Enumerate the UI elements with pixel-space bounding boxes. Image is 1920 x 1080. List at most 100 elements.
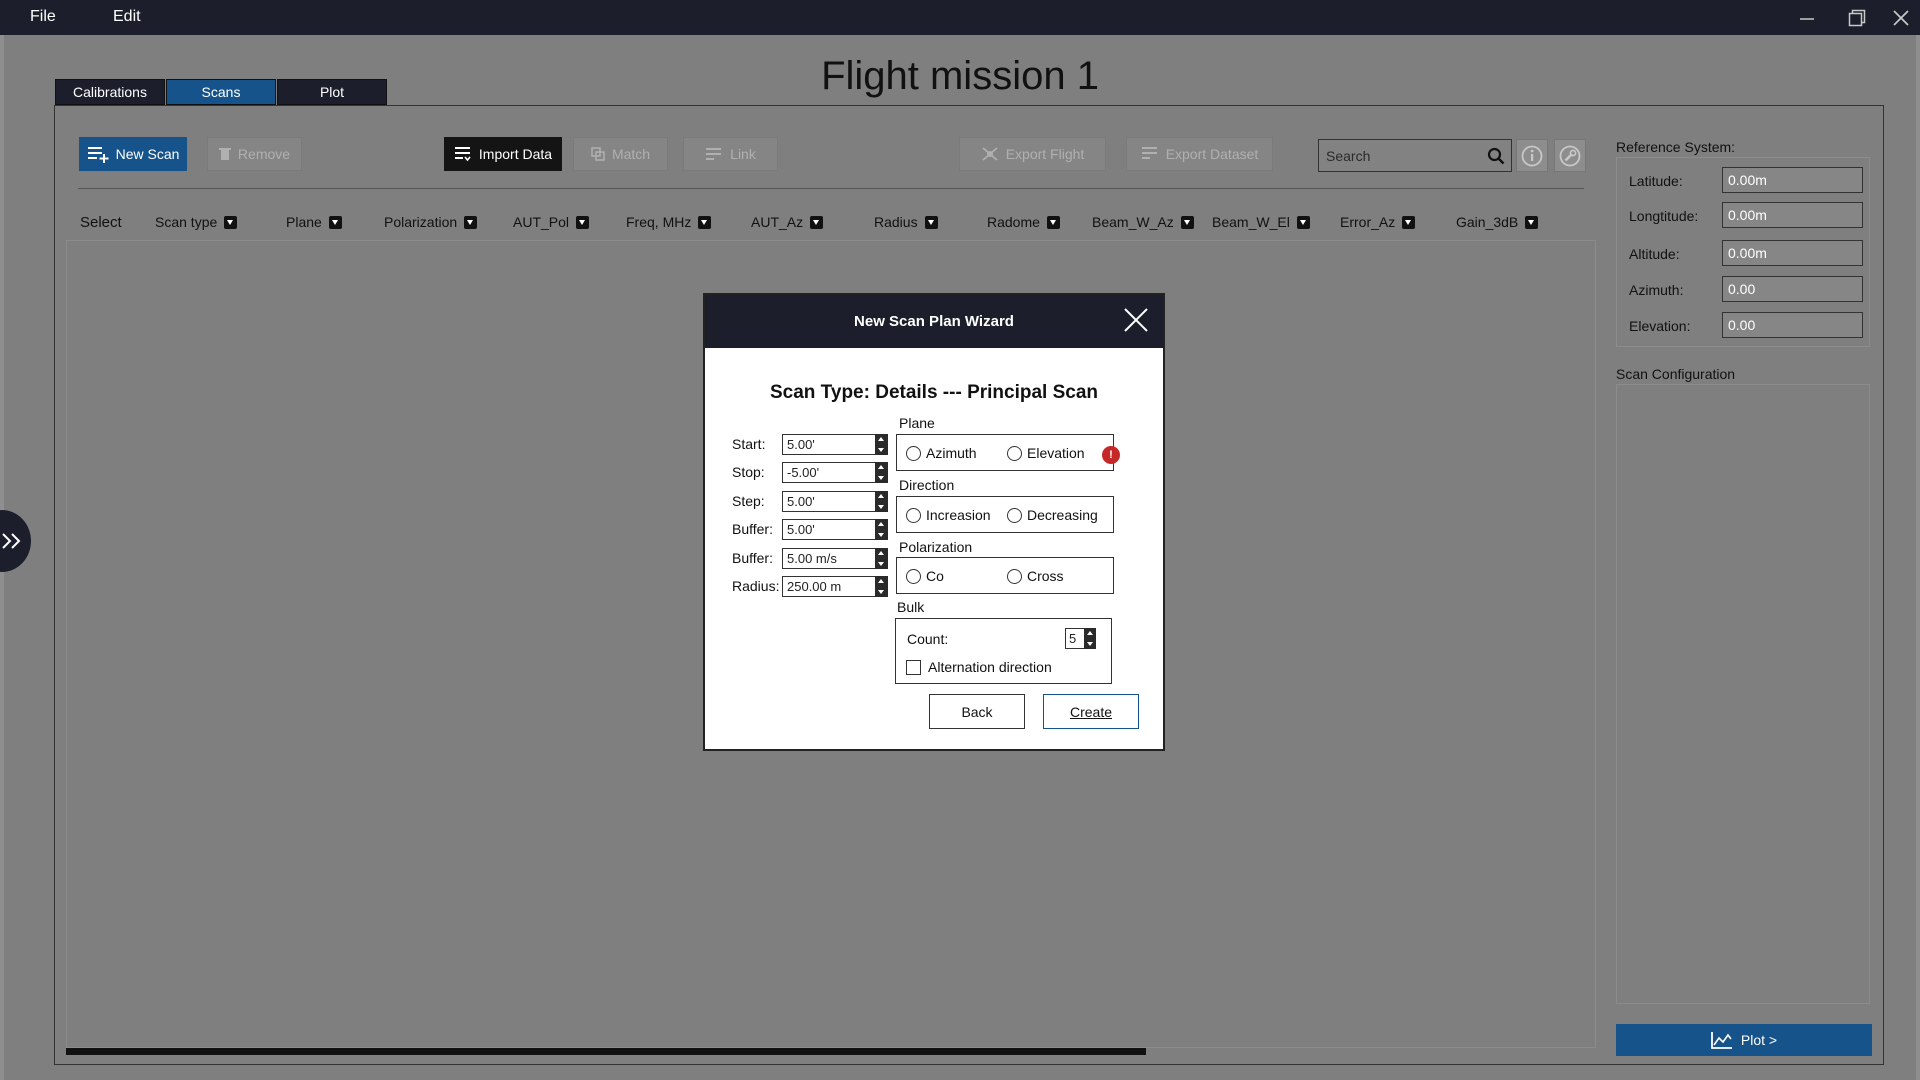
sort-dropdown-icon[interactable] xyxy=(576,215,590,229)
buffer-speed-spinbox[interactable]: 5.00 m/s xyxy=(782,548,888,569)
altitude-field[interactable]: 0.00m xyxy=(1722,240,1863,266)
export-flight-label: Export Flight xyxy=(1005,146,1085,162)
plot-button-label: Plot > xyxy=(1740,1032,1778,1048)
search-icon[interactable] xyxy=(1487,147,1505,165)
sort-dropdown-icon[interactable] xyxy=(328,215,342,229)
col-beam-w-el-label: Beam_W_El xyxy=(1212,214,1290,230)
sort-dropdown-icon[interactable] xyxy=(1180,215,1194,229)
buffer-angle-spinbox[interactable]: 5.00' xyxy=(782,519,888,540)
count-spinbox[interactable]: 5 xyxy=(1065,628,1096,649)
azimuth-field[interactable]: 0.00 xyxy=(1722,276,1863,302)
link-list-icon xyxy=(706,148,722,160)
sort-dropdown-icon[interactable] xyxy=(1525,215,1539,229)
link-button[interactable]: Link xyxy=(683,137,778,171)
col-scan-type[interactable]: Scan type xyxy=(155,214,238,230)
radio-co[interactable]: Co xyxy=(906,568,944,584)
step-spinbox[interactable]: 5.00' xyxy=(782,491,888,512)
close-window-button[interactable] xyxy=(1886,4,1916,32)
col-error-az[interactable]: Error_Az xyxy=(1340,214,1416,230)
stop-spinbox[interactable]: -5.00' xyxy=(782,462,888,483)
remove-button[interactable]: Remove xyxy=(207,137,302,171)
spin-arrows-icon[interactable] xyxy=(875,576,888,597)
sort-dropdown-icon[interactable] xyxy=(464,215,478,229)
col-polarization-label: Polarization xyxy=(384,214,458,230)
col-plane[interactable]: Plane xyxy=(286,214,342,230)
start-label: Start: xyxy=(732,436,766,452)
longitude-field[interactable]: 0.00m xyxy=(1722,202,1863,228)
elevation-field[interactable]: 0.00 xyxy=(1722,312,1863,338)
col-beam-w-az[interactable]: Beam_W_Az xyxy=(1092,214,1194,230)
spin-arrows-icon[interactable] xyxy=(875,462,888,483)
sort-dropdown-icon[interactable] xyxy=(924,215,938,229)
spin-arrows-icon[interactable] xyxy=(875,548,888,569)
radio-azimuth[interactable]: Azimuth xyxy=(906,445,977,461)
menu-edit[interactable]: Edit xyxy=(113,8,141,26)
col-radome[interactable]: Radome xyxy=(987,214,1060,230)
dialog-subtitle: Scan Type: Details --- Principal Scan xyxy=(769,382,1099,403)
col-beam-w-el[interactable]: Beam_W_El xyxy=(1212,214,1310,230)
minimize-button[interactable] xyxy=(1792,4,1822,32)
tab-calibrations[interactable]: Calibrations xyxy=(55,79,165,105)
col-radius[interactable]: Radius xyxy=(874,214,938,230)
back-button[interactable]: Back xyxy=(929,694,1025,729)
sort-dropdown-icon[interactable] xyxy=(1402,215,1416,229)
radio-decreasing[interactable]: Decreasing xyxy=(1007,507,1098,523)
export-dataset-label: Export Dataset xyxy=(1165,146,1259,162)
col-polarization[interactable]: Polarization xyxy=(384,214,478,230)
latitude-field[interactable]: 0.00m xyxy=(1722,167,1863,193)
spin-arrows-icon[interactable] xyxy=(875,491,888,512)
col-aut-az-label: AUT_Az xyxy=(751,214,804,230)
sort-dropdown-icon[interactable] xyxy=(698,215,712,229)
import-data-button[interactable]: Import Data xyxy=(444,137,562,171)
radius-spinbox[interactable]: 250.00 m xyxy=(782,576,888,597)
col-aut-az[interactable]: AUT_Az xyxy=(751,214,824,230)
radio-azimuth-label: Azimuth xyxy=(926,445,977,461)
col-aut-pol[interactable]: AUT_Pol xyxy=(513,214,590,230)
bulk-group: Count: 5 Alternation direction xyxy=(895,618,1112,684)
radius-value: 250.00 m xyxy=(787,579,842,594)
maximize-button[interactable] xyxy=(1842,4,1872,32)
menu-file[interactable]: File xyxy=(30,8,56,26)
alternation-direction-checkbox[interactable]: Alternation direction xyxy=(906,659,1052,675)
spin-arrows-icon[interactable] xyxy=(875,434,888,455)
scan-configuration-box xyxy=(1616,384,1870,1004)
col-scan-type-label: Scan type xyxy=(155,214,218,230)
radius-label: Radius: xyxy=(732,578,780,594)
remove-label: Remove xyxy=(237,146,291,162)
tab-scans[interactable]: Scans xyxy=(166,79,276,105)
tab-plot[interactable]: Plot xyxy=(277,79,387,105)
info-button[interactable] xyxy=(1516,139,1548,172)
match-button[interactable]: Match xyxy=(573,137,668,171)
create-button[interactable]: Create xyxy=(1043,694,1139,729)
plot-button[interactable]: Plot > xyxy=(1616,1024,1872,1056)
start-spinbox[interactable]: 5.00' xyxy=(782,434,888,455)
radio-decreasing-label: Decreasing xyxy=(1027,507,1098,523)
minimize-icon xyxy=(1800,18,1814,20)
export-flight-button[interactable]: Export Flight xyxy=(959,137,1106,171)
radio-elevation[interactable]: Elevation xyxy=(1007,445,1085,461)
direction-group-title: Direction xyxy=(899,477,955,493)
radio-co-label: Co xyxy=(926,568,944,584)
col-gain-3db[interactable]: Gain_3dB xyxy=(1456,214,1539,230)
close-icon[interactable] xyxy=(1123,307,1149,333)
new-scan-label: New Scan xyxy=(115,146,180,162)
sort-dropdown-icon[interactable] xyxy=(1046,215,1060,229)
radio-cross[interactable]: Cross xyxy=(1007,568,1064,584)
col-freq[interactable]: Freq, MHz xyxy=(626,214,712,230)
col-select[interactable]: Select xyxy=(80,214,122,231)
sort-dropdown-icon[interactable] xyxy=(224,215,238,229)
search-input[interactable]: Search xyxy=(1318,139,1512,172)
info-icon xyxy=(1521,145,1543,166)
spin-arrows-icon[interactable] xyxy=(1084,628,1096,649)
sort-dropdown-icon[interactable] xyxy=(810,215,824,229)
count-value: 5 xyxy=(1069,631,1077,646)
radio-increasion[interactable]: Increasion xyxy=(906,507,991,523)
link-label: Link xyxy=(730,146,756,162)
settings-button[interactable] xyxy=(1554,139,1586,172)
latitude-label: Latitude: xyxy=(1629,173,1683,189)
new-scan-button[interactable]: New Scan xyxy=(79,137,187,171)
sort-dropdown-icon[interactable] xyxy=(1296,215,1310,229)
spin-arrows-icon[interactable] xyxy=(875,519,888,540)
horizontal-scrollbar[interactable] xyxy=(66,1048,1146,1055)
export-dataset-button[interactable]: Export Dataset xyxy=(1126,137,1273,171)
